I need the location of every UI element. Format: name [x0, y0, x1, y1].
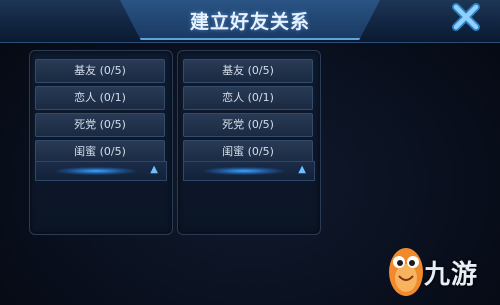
relation-panel-left: 基友 (0/5) 恋人 (0/1) 死党 (0/5) 闺蜜 (0/5) ▲	[29, 50, 173, 235]
close-button[interactable]	[438, 0, 494, 34]
relation-item-lianren[interactable]: 恋人 (0/1)	[35, 86, 165, 110]
watermark: 九游	[386, 240, 496, 300]
relation-item-sidang[interactable]: 死党 (0/5)	[35, 113, 165, 137]
relation-item-lianren[interactable]: 恋人 (0/1)	[183, 86, 313, 110]
relation-list: 基友 (0/5) 恋人 (0/1) 死党 (0/5) 闺蜜 (0/5)	[183, 59, 313, 167]
dialog-title: 建立好友关系	[189, 11, 310, 33]
title-bar: 建立好友关系	[0, 0, 500, 43]
chevron-up-icon: ▲	[150, 164, 158, 175]
highlight-glow	[56, 167, 136, 175]
mascot-logo-icon	[389, 248, 423, 296]
relation-item-jiyou[interactable]: 基友 (0/5)	[183, 59, 313, 83]
relation-item-jiyou[interactable]: 基友 (0/5)	[35, 59, 165, 83]
expand-bar[interactable]: ▲	[35, 161, 167, 181]
relation-panel-right: 基友 (0/5) 恋人 (0/1) 死党 (0/5) 闺蜜 (0/5) ▲	[177, 50, 321, 235]
chevron-up-icon: ▲	[298, 164, 306, 175]
close-icon	[452, 3, 480, 31]
watermark-text: 九游	[424, 260, 479, 290]
expand-bar[interactable]: ▲	[183, 161, 315, 181]
relation-list: 基友 (0/5) 恋人 (0/1) 死党 (0/5) 闺蜜 (0/5)	[35, 59, 165, 167]
highlight-glow	[204, 167, 284, 175]
relation-item-sidang[interactable]: 死党 (0/5)	[183, 113, 313, 137]
